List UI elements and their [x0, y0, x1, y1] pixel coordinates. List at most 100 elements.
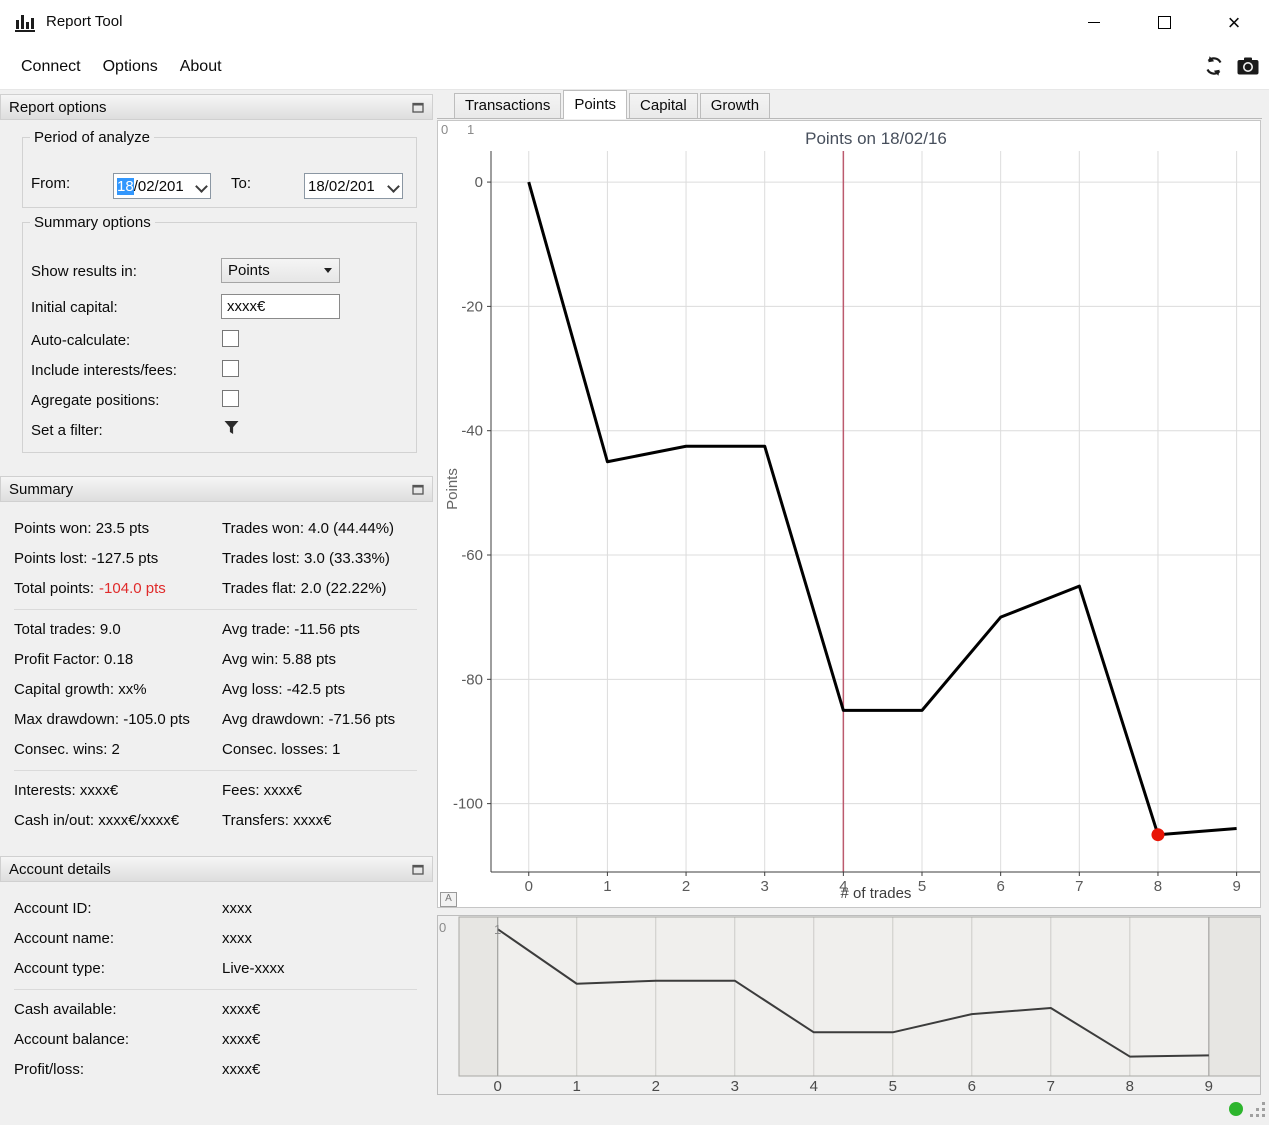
- dropdown-arrow-icon: [324, 268, 332, 273]
- y-tick-label: -60: [461, 547, 483, 564]
- to-label: To:: [231, 175, 252, 192]
- float-window-icon: [412, 864, 424, 875]
- avg-loss: Avg loss: -42.5 pts: [222, 681, 346, 698]
- navigator-x-tick-label: 7: [1047, 1078, 1055, 1094]
- camera-icon: [1237, 57, 1259, 74]
- set-filter-button[interactable]: [223, 419, 240, 440]
- profit-factor: Profit Factor: 0.18: [14, 651, 134, 668]
- total-trades: Total trades: 9.0: [14, 621, 121, 638]
- float-account-button[interactable]: [412, 864, 424, 875]
- points-plot-area[interactable]: 0-20-40-60-80-1000 1 2 3 4 5 6 7 8 9: [438, 121, 1260, 907]
- consec-losses: Consec. losses: 1: [222, 741, 341, 758]
- date-from-combobox[interactable]: 18/02/201: [113, 173, 211, 199]
- chart-title: Points on 18/02/16: [805, 129, 947, 148]
- max-drawdown: Max drawdown: -105.0 pts: [14, 711, 190, 728]
- connection-status-indicator: [1229, 1102, 1243, 1116]
- initial-capital-value: xxxx€: [227, 298, 266, 315]
- initial-capital-input[interactable]: xxxx€: [221, 294, 340, 319]
- close-icon: ×: [1227, 9, 1241, 35]
- date-to-combobox[interactable]: 18/02/201: [304, 173, 403, 199]
- minimize-button[interactable]: [1059, 0, 1129, 45]
- navigator-x-tick-label: 6: [968, 1078, 976, 1094]
- summary-row: Points lost: -127.5 pts Trades lost: 3.0…: [0, 544, 433, 574]
- summary-row: Cash in/out: xxxx€/xxxx€ Transfers: xxxx…: [0, 806, 433, 836]
- summary-row: Total trades: 9.0 Avg trade: -11.56 pts: [0, 615, 433, 645]
- navigator-region[interactable]: [497, 917, 1209, 1076]
- funnel-icon: [224, 421, 239, 434]
- agregate-positions-checkbox[interactable]: [222, 390, 239, 407]
- statusbar: [0, 1097, 1269, 1125]
- points-series-line: [527, 181, 1237, 837]
- maximize-icon: [1157, 16, 1171, 29]
- consec-wins: Consec. wins: 2: [14, 741, 120, 758]
- summary-header[interactable]: Summary: [0, 476, 433, 502]
- navigator-plot-area[interactable]: 0 1 2 3 4 5 6 7 8 9: [438, 916, 1260, 1094]
- account-row: Account balance: xxxx€: [0, 1025, 433, 1055]
- maximize-button[interactable]: [1129, 0, 1199, 45]
- close-button[interactable]: ×: [1199, 0, 1269, 45]
- titlebar[interactable]: Report Tool ×: [0, 0, 1269, 45]
- account-balance-label: Account balance:: [14, 1031, 130, 1048]
- float-report-options-button[interactable]: [412, 102, 424, 113]
- corner-label: 1: [467, 122, 475, 137]
- navigator-chart[interactable]: 0 1 2 3 4 5 6 7 8 9 0 1: [437, 915, 1261, 1095]
- resize-grip[interactable]: [1250, 1102, 1266, 1122]
- auto-calculate-checkbox[interactable]: [222, 330, 239, 347]
- from-label: From:: [31, 175, 71, 192]
- menu-connect[interactable]: Connect: [10, 58, 92, 76]
- period-of-analyze-group: Period of analyze From: 18/02/201 To: 18…: [22, 129, 417, 208]
- y-tick-label: -80: [461, 671, 483, 688]
- set-filter-label: Set a filter:: [31, 422, 103, 439]
- y-tick-label: -40: [461, 423, 483, 440]
- screenshot-button[interactable]: [1237, 57, 1259, 79]
- trades-won: Trades won: 4.0 (44.44%): [222, 520, 395, 537]
- avg-drawdown: Avg drawdown: -71.56 pts: [222, 711, 396, 728]
- corner-label: 0: [441, 122, 449, 137]
- show-results-dropdown[interactable]: Points: [221, 258, 340, 283]
- corner-label: 1: [494, 922, 502, 937]
- date-to-text: 18/02/201: [308, 177, 375, 195]
- account-details-header[interactable]: Account details: [0, 856, 433, 882]
- navigator-x-tick-label: 9: [1205, 1078, 1213, 1094]
- date-from-rest-text: /02/201: [133, 177, 184, 195]
- navigator-x-tick-label: 8: [1126, 1078, 1134, 1094]
- account-balance-value: xxxx€: [222, 1031, 261, 1048]
- include-fees-label: Include interests/fees:: [31, 362, 177, 379]
- tab-points[interactable]: Points: [563, 90, 628, 119]
- trades-flat: Trades flat: 2.0 (22.22%): [222, 580, 387, 597]
- total-points: Total points: -104.0 pts: [14, 580, 166, 597]
- summary-row: Points won: 23.5 pts Trades won: 4.0 (44…: [0, 514, 433, 544]
- report-options-header[interactable]: Report options: [0, 94, 433, 120]
- cash-available-value: xxxx€: [222, 1001, 261, 1018]
- tab-capital[interactable]: Capital: [629, 93, 698, 118]
- account-row: Cash available: xxxx€: [0, 995, 433, 1025]
- profit-loss-value: xxxx€: [222, 1061, 261, 1078]
- menu-options[interactable]: Options: [92, 58, 169, 76]
- divider: [14, 609, 417, 610]
- include-fees-checkbox[interactable]: [222, 360, 239, 377]
- last-trade-marker: [1151, 828, 1165, 842]
- account-panel: Account ID: xxxx Account name: xxxx Acco…: [0, 882, 433, 1085]
- avg-trade: Avg trade: -11.56 pts: [222, 621, 360, 638]
- report-options-title: Report options: [9, 98, 107, 116]
- menu-about[interactable]: About: [169, 58, 233, 76]
- account-id-label: Account ID:: [14, 900, 92, 917]
- interests: Interests: xxxx€: [14, 782, 119, 799]
- navigator-x-tick-label: 1: [573, 1078, 581, 1094]
- chevron-down-icon: [195, 180, 208, 193]
- divider: [14, 989, 417, 990]
- auto-range-button[interactable]: A: [440, 892, 457, 907]
- points-chart[interactable]: 0 -20 -40 -60 -80 -100 0 1 2 3 4 5 6 7 8 9 Points on 18…: [437, 120, 1261, 908]
- account-name-label: Account name:: [14, 930, 115, 947]
- tab-transactions[interactable]: Transactions: [454, 93, 562, 118]
- y-tick-label: -100: [453, 796, 483, 813]
- corner-label: 0: [439, 920, 447, 935]
- agregate-positions-label: Agregate positions:: [31, 392, 160, 409]
- refresh-button[interactable]: [1203, 55, 1225, 81]
- navigator-x-tick-label: 4: [810, 1078, 818, 1094]
- app-icon[interactable]: [13, 10, 37, 38]
- float-summary-button[interactable]: [412, 484, 424, 495]
- tab-growth[interactable]: Growth: [699, 93, 771, 118]
- resize-grip-icon: [1250, 1102, 1265, 1117]
- summary-panel: Points won: 23.5 pts Trades won: 4.0 (44…: [0, 502, 433, 836]
